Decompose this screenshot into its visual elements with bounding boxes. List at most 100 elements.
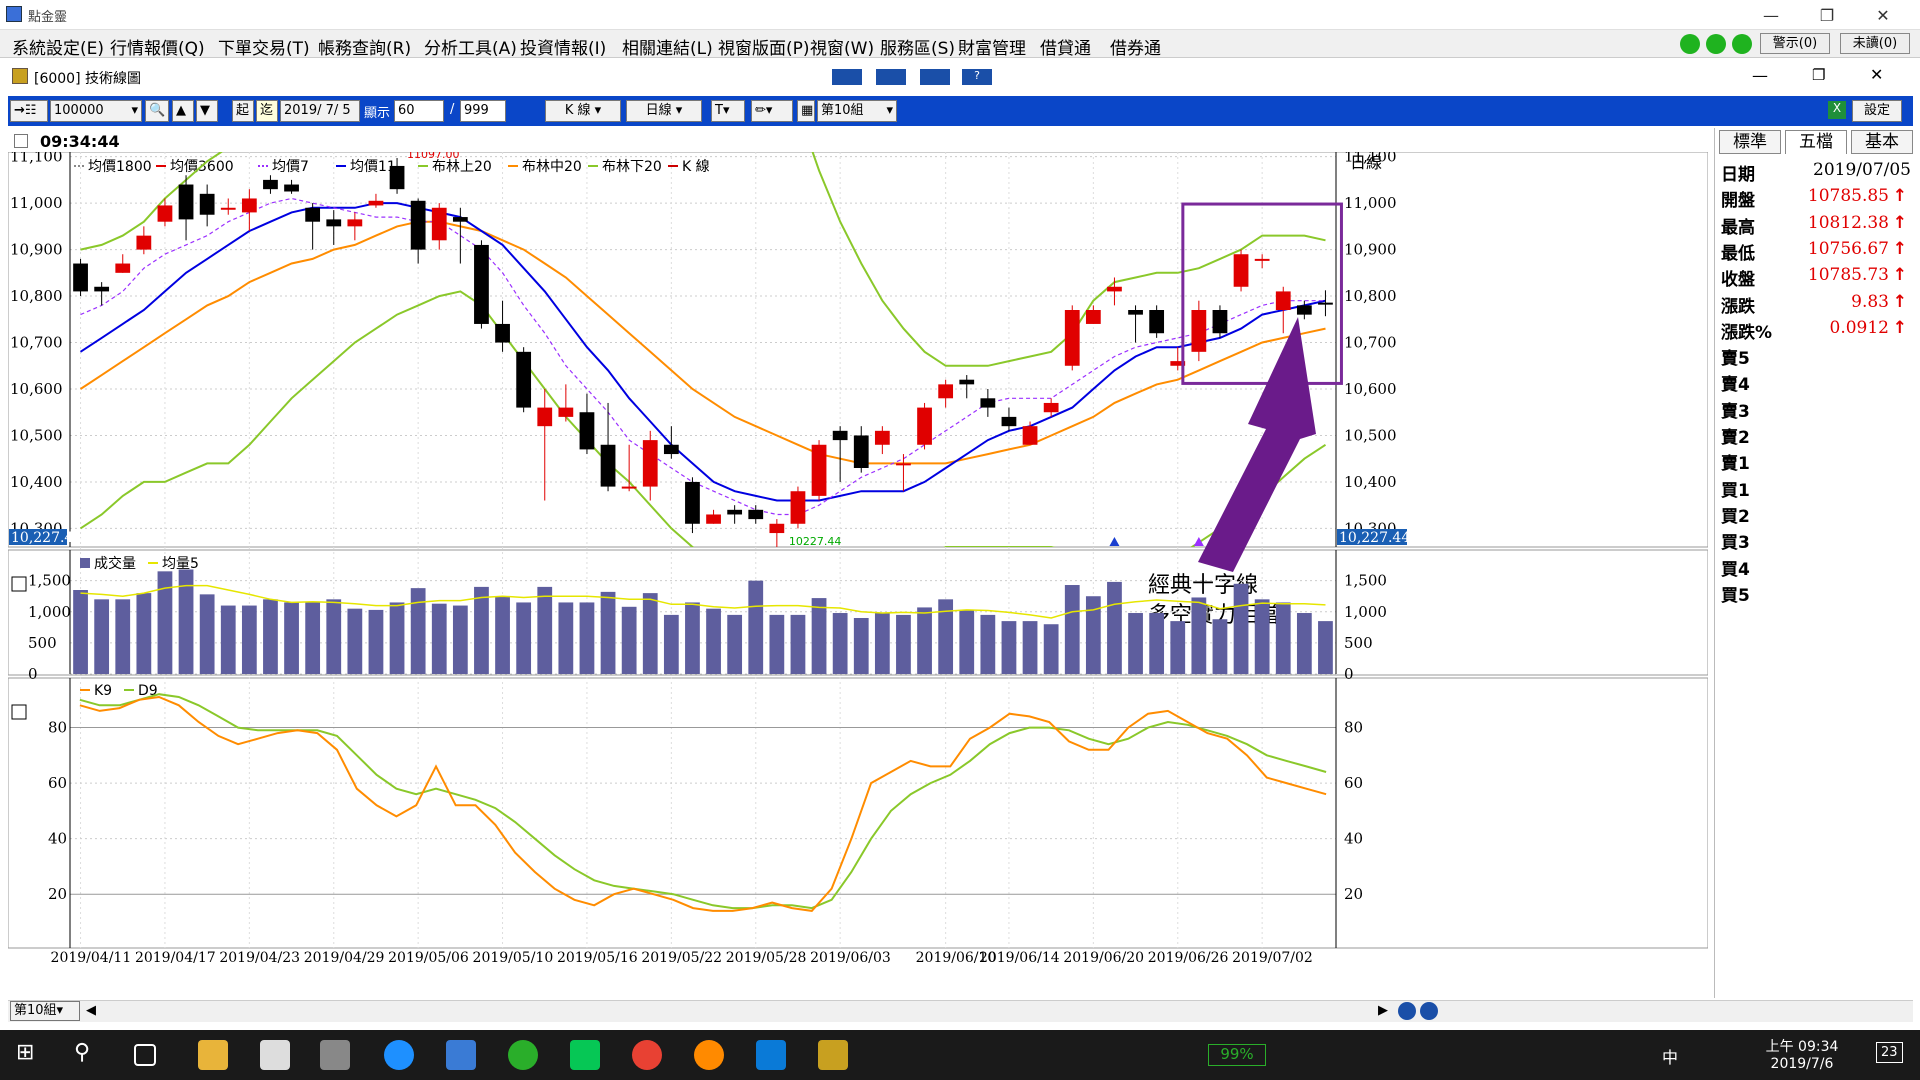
menu-item[interactable]: 服務區(S) xyxy=(880,34,955,59)
menu-item[interactable]: 投資情報(I) xyxy=(520,34,606,59)
windows-start-icon[interactable]: ⊞ xyxy=(16,1040,46,1070)
mail-icon[interactable] xyxy=(320,1040,350,1070)
menu-item[interactable]: 視窗(W) xyxy=(810,34,874,59)
alert-button[interactable]: 警示(0) xyxy=(1760,33,1830,54)
zoom-out-icon[interactable] xyxy=(1420,1002,1438,1020)
excel-icon[interactable]: X xyxy=(1828,101,1846,119)
scroll-right-icon[interactable]: ▶ xyxy=(1378,1003,1388,1018)
page-icon[interactable] xyxy=(14,134,28,148)
close-button[interactable]: ✕ xyxy=(1860,0,1906,30)
wechat-icon[interactable] xyxy=(508,1040,538,1070)
kline-dropdown[interactable]: K 線 ▾ xyxy=(545,100,621,122)
clock-date[interactable]: 2019/7/6 xyxy=(1762,1056,1842,1072)
link-icon[interactable]: →☷ xyxy=(10,100,48,122)
price-tick-left: 10,900 xyxy=(10,241,63,259)
up-arrow-button[interactable]: ▲ xyxy=(172,100,194,122)
show-count-input[interactable]: 60 xyxy=(394,100,444,122)
group-select-bottom[interactable]: 第10組▾ xyxy=(10,1001,80,1021)
subwindow-titlebar: [6000] 技術線圖 ? — ❐ ✕ xyxy=(0,58,1920,96)
folder-icon[interactable] xyxy=(198,1040,228,1070)
menu-item[interactable]: 分析工具(A) xyxy=(424,34,517,59)
low-mark: 10227.44 xyxy=(789,535,842,548)
volume-bar xyxy=(305,602,321,674)
ime-indicator[interactable]: 中 xyxy=(1662,1044,1678,1068)
period-dropdown[interactable]: 日線 ▾ xyxy=(626,100,702,122)
down-arrow-button[interactable]: ▼ xyxy=(196,100,218,122)
search-taskbar-icon[interactable]: ⚲ xyxy=(74,1040,104,1070)
menu-item[interactable]: 財富管理 xyxy=(958,34,1026,59)
menu-item[interactable]: 帳務查詢(R) xyxy=(318,34,411,59)
volume-bar xyxy=(748,580,764,674)
quote-row: 買1 xyxy=(1721,476,1911,502)
app-icon xyxy=(6,6,22,22)
max-count-input[interactable]: 999 xyxy=(460,100,506,122)
volume-bar xyxy=(368,609,384,674)
volume-bar xyxy=(980,614,996,674)
ie-icon[interactable] xyxy=(384,1040,414,1070)
kline-label: K 線 xyxy=(564,103,591,118)
app-icon[interactable] xyxy=(446,1040,476,1070)
sub-close-button[interactable]: ✕ xyxy=(1870,65,1883,84)
draw-tool-dropdown[interactable]: ✏▾ xyxy=(751,100,793,122)
quote-value: 0.0912 xyxy=(1829,317,1889,338)
grid-icon[interactable]: ▦ xyxy=(797,100,815,122)
layout-icon[interactable] xyxy=(876,69,906,85)
quote-tab[interactable]: 標準 xyxy=(1719,130,1781,154)
date-select[interactable]: 2019/ 7/ 5 xyxy=(280,100,360,122)
restore-button[interactable]: ❐ xyxy=(1804,0,1850,30)
layout-icon[interactable] xyxy=(920,69,950,85)
quote-row: 賣3 xyxy=(1721,397,1911,423)
task-view-icon[interactable] xyxy=(134,1044,156,1066)
clock-time[interactable]: 上午 09:34 xyxy=(1762,1036,1842,1056)
minimize-button[interactable]: — xyxy=(1748,0,1794,30)
candle-body xyxy=(1275,291,1291,310)
quote-tab[interactable]: 五檔 xyxy=(1785,130,1847,154)
chrome-icon[interactable] xyxy=(632,1040,662,1070)
settings-button[interactable]: 設定 xyxy=(1852,100,1902,122)
line-icon[interactable] xyxy=(570,1040,600,1070)
menu-item[interactable]: 相關連結(L) xyxy=(622,34,713,59)
subwindow-title: [6000] 技術線圖 xyxy=(34,71,142,87)
sub-minimize-button[interactable]: — xyxy=(1752,66,1768,85)
search-icon[interactable]: 🔍 xyxy=(145,100,169,122)
text-tool-dropdown[interactable]: T▾ xyxy=(711,100,745,122)
firefox-icon[interactable] xyxy=(694,1040,724,1070)
date-label: 2019/07/02 xyxy=(1232,950,1313,966)
notification-badge[interactable]: 23 xyxy=(1876,1042,1903,1063)
candle-body xyxy=(727,509,743,515)
volume-bar xyxy=(769,614,785,674)
group-select[interactable]: 第10組 ▾ xyxy=(817,100,897,122)
help-icon[interactable]: ? xyxy=(962,69,992,85)
menu-item[interactable]: 行情報價(Q) xyxy=(110,34,205,59)
candle-body xyxy=(663,444,679,455)
layout-icon[interactable] xyxy=(832,69,862,85)
menu-item[interactable]: 系統設定(E) xyxy=(12,34,104,59)
zoom-in-icon[interactable] xyxy=(1398,1002,1416,1020)
code-select[interactable]: 100000 ▾ xyxy=(50,100,142,122)
volume-bar xyxy=(600,591,616,674)
volume-tick-right: 1,500 xyxy=(1344,572,1387,590)
scroll-left-icon[interactable]: ◀ xyxy=(86,1003,96,1018)
start-button[interactable]: 起 xyxy=(232,100,254,122)
menu-item[interactable]: 視窗版面(P) xyxy=(718,34,810,59)
edge-icon[interactable] xyxy=(756,1040,786,1070)
status-bar: 第10組▾ ◀ ▶ xyxy=(8,1000,1913,1022)
menu-item[interactable]: 借貸通 xyxy=(1040,34,1091,59)
candle-body xyxy=(1233,254,1249,287)
app-icon[interactable] xyxy=(260,1040,290,1070)
technical-chart[interactable]: 11,100 11,10011,000 11,00010,900 10,90010,8… xyxy=(8,152,1708,1002)
sub-restore-button[interactable]: ❐ xyxy=(1812,66,1825,84)
price-tick-right: 10,500 xyxy=(1344,426,1397,444)
quote-label: 收盤 xyxy=(1721,270,1755,291)
quote-row: 日期 2019/07/05 xyxy=(1721,160,1911,186)
quote-tab[interactable]: 基本 xyxy=(1851,130,1913,154)
date-label: 2019/05/28 xyxy=(726,950,807,966)
legend-label: 布林上20 xyxy=(432,159,492,175)
unread-button[interactable]: 未讀(0) xyxy=(1840,33,1910,54)
quote-label: 漲跌% xyxy=(1721,322,1773,343)
end-button[interactable]: 迄 xyxy=(256,100,278,122)
battery-indicator[interactable]: 99% xyxy=(1208,1044,1266,1066)
menu-item[interactable]: 下單交易(T) xyxy=(218,34,310,59)
menu-item[interactable]: 借券通 xyxy=(1110,34,1161,59)
app-icon[interactable] xyxy=(818,1040,848,1070)
